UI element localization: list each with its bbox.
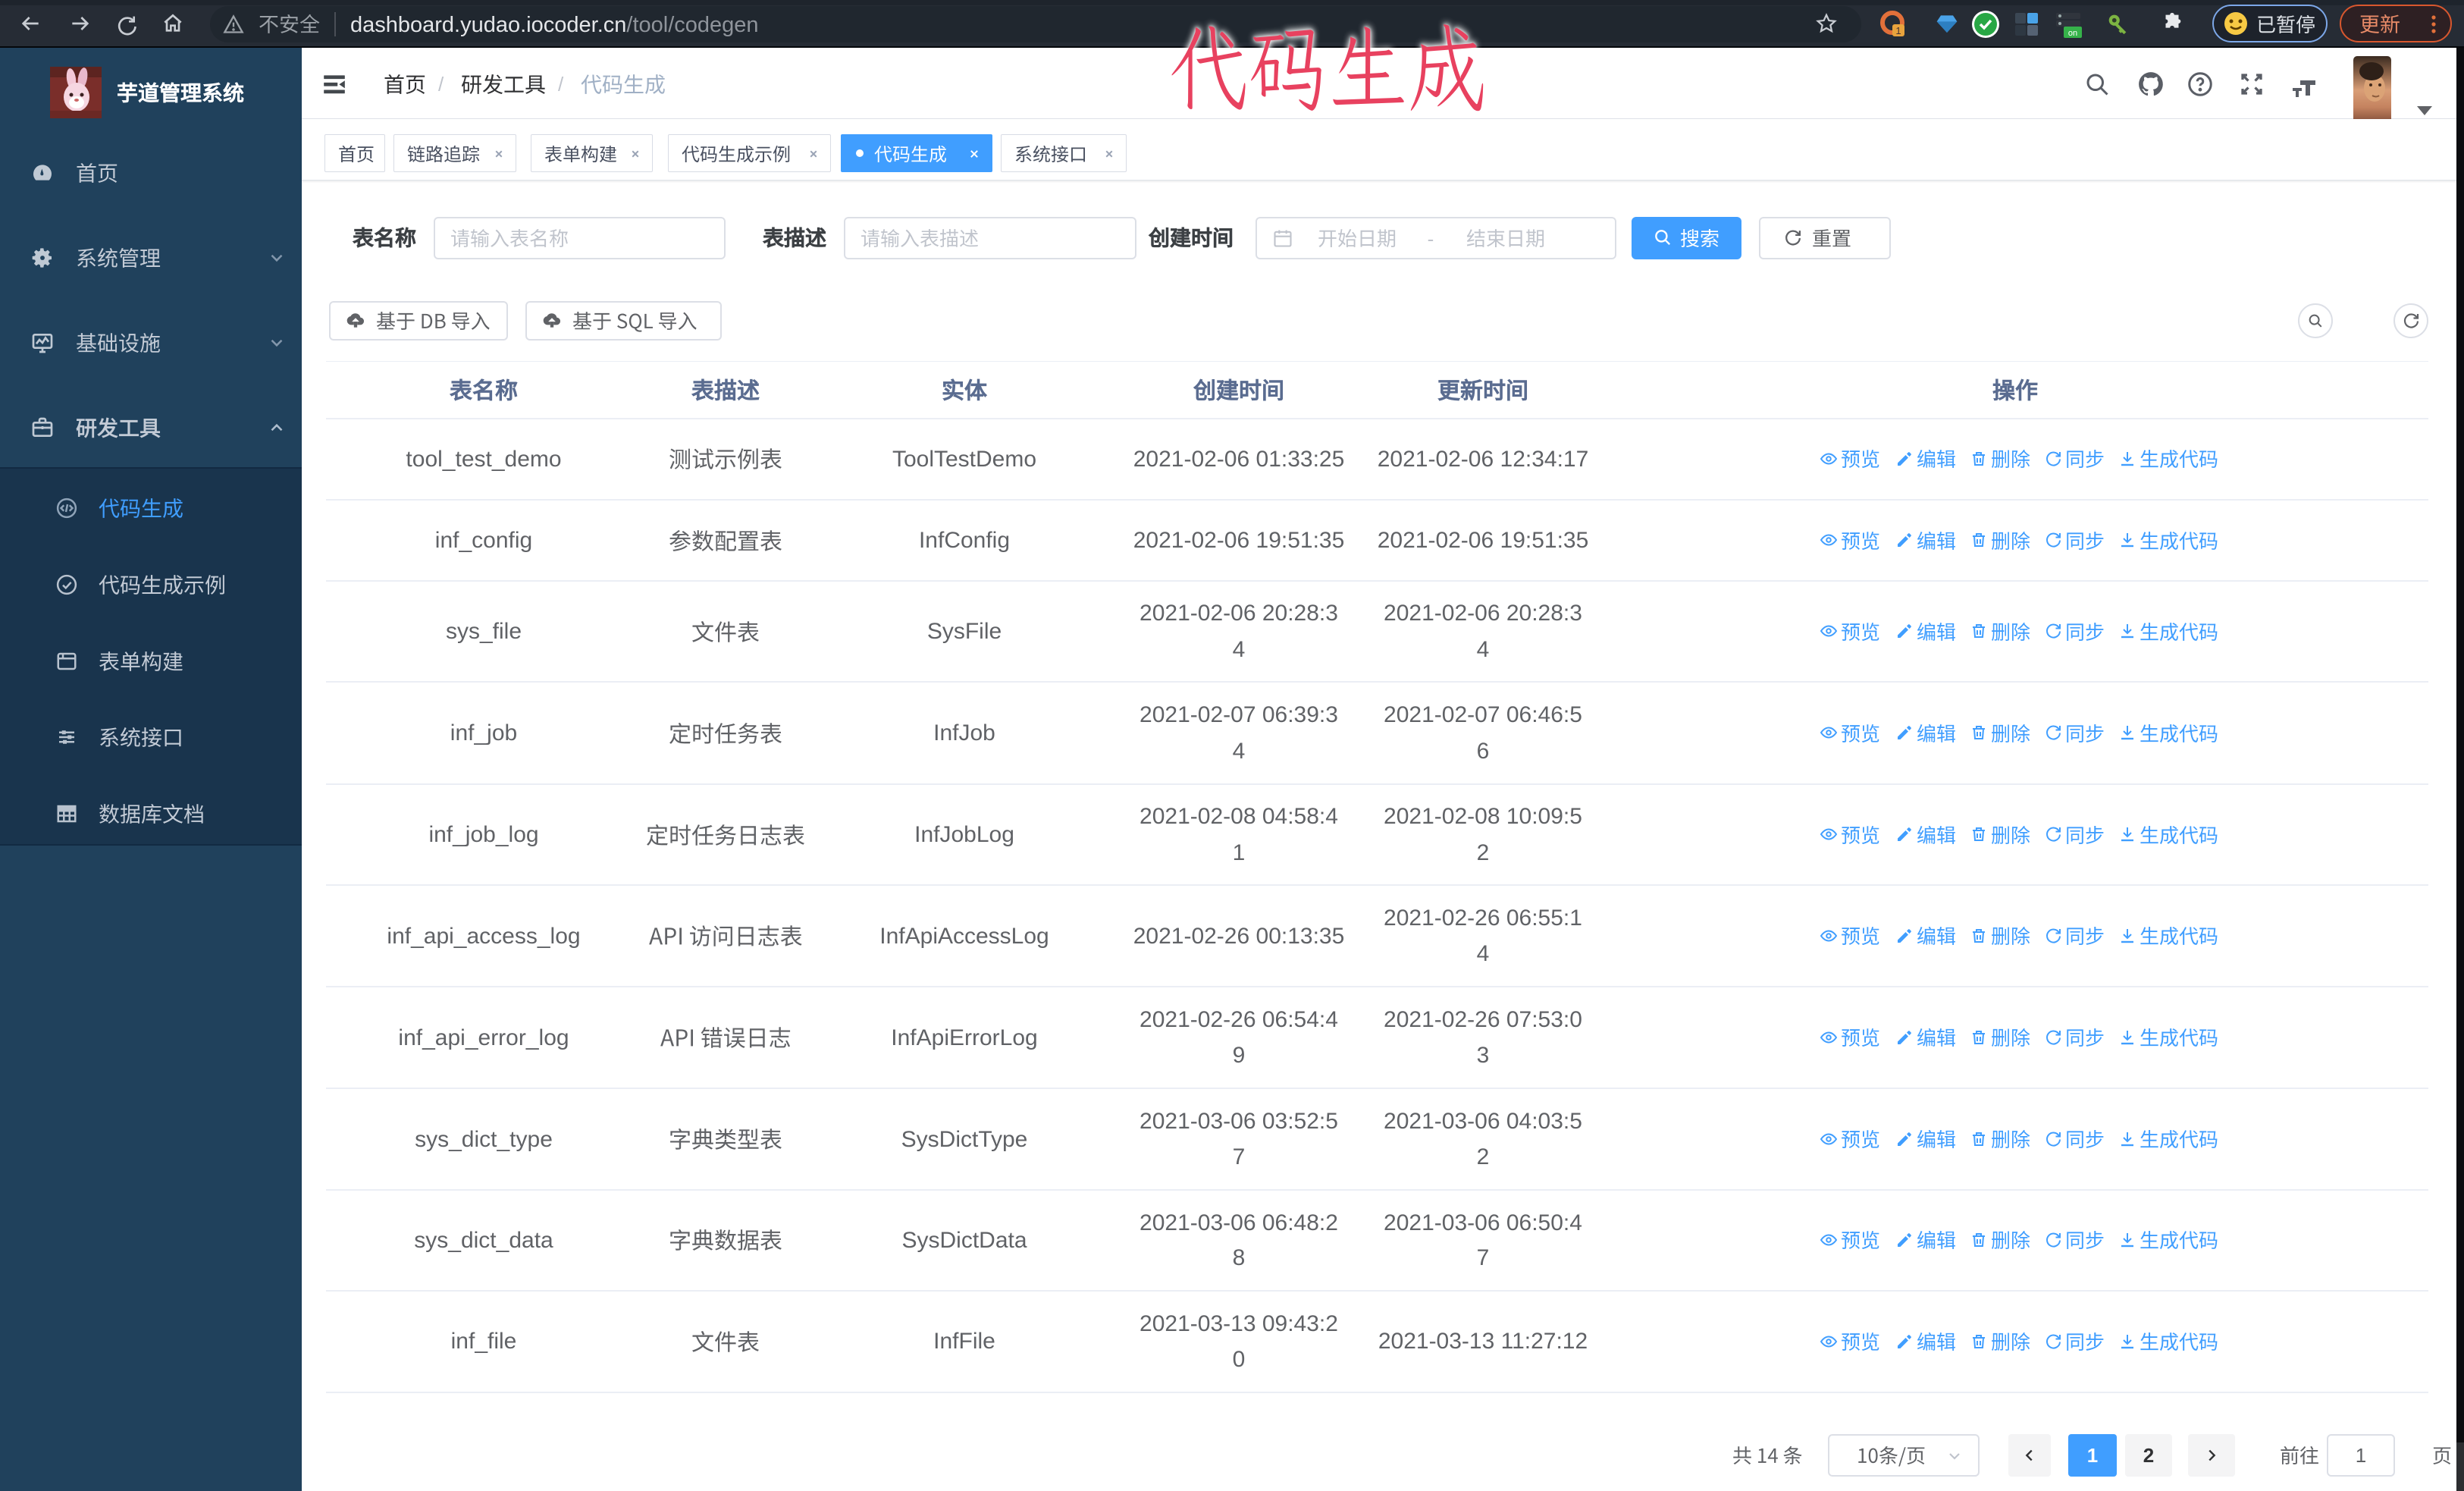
svg-text:on: on [2068,29,2077,38]
svg-text:1: 1 [1895,25,1901,36]
